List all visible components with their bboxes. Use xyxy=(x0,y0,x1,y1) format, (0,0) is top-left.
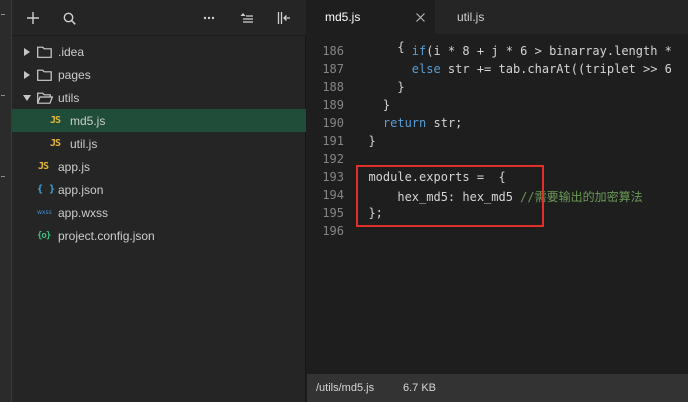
status-file-size: 6.7 KB xyxy=(403,382,437,394)
chevron-right-icon[interactable] xyxy=(22,70,32,80)
folder-icon xyxy=(37,68,52,82)
code-text: } xyxy=(354,134,376,148)
more-icon[interactable] xyxy=(197,6,221,30)
tree-item-label: util.js xyxy=(70,136,98,151)
line-number: 193 xyxy=(322,170,344,184)
tab-md5-js[interactable]: md5.js xyxy=(307,0,435,34)
code-line: 189 } xyxy=(307,98,688,116)
sort-list-icon[interactable] xyxy=(234,6,258,30)
line-number: 188 xyxy=(322,80,344,94)
tree-item-project-config-json[interactable]: {o} project.config.json xyxy=(12,224,306,247)
line-number: 192 xyxy=(322,152,344,166)
tree-item-app-js[interactable]: JS app.js xyxy=(12,155,306,178)
code-text: } xyxy=(354,80,405,94)
explorer-toolbar xyxy=(12,0,306,36)
tree-item-label: app.wxss xyxy=(58,205,109,220)
tree-item-idea-folder[interactable]: .idea xyxy=(12,40,306,63)
folder-icon xyxy=(37,45,52,59)
status-file-path: /utils/md5.js xyxy=(316,382,375,394)
js-file-icon: JS xyxy=(38,161,49,172)
keyword-token: if xyxy=(411,44,427,58)
line-number: 195 xyxy=(322,206,344,220)
gutter-mark xyxy=(1,95,5,96)
line-number: 189 xyxy=(322,98,344,112)
activity-gutter xyxy=(0,0,12,402)
line-number: 190 xyxy=(322,116,344,130)
wxss-file-icon: wxss xyxy=(37,209,52,216)
search-icon[interactable] xyxy=(57,6,81,30)
code-line: 186 if(i * 8 + j * 6 > binarray.length * xyxy=(307,44,688,62)
code-line: { xyxy=(307,34,688,54)
tree-item-label: app.json xyxy=(58,182,104,197)
status-bar: /utils/md5.js 6.7 KB xyxy=(307,374,688,402)
tree-item-util-js[interactable]: JS util.js xyxy=(12,132,306,155)
add-icon[interactable] xyxy=(21,6,45,30)
line-number: 191 xyxy=(322,134,344,148)
code-text: } xyxy=(354,98,391,112)
code-text: if(i * 8 + j * 6 > binarray.length * xyxy=(411,44,680,58)
tree-item-label: .idea xyxy=(58,44,85,59)
line-number: 194 xyxy=(322,188,344,202)
editor-tabs: md5.js util.js xyxy=(307,0,688,34)
tab-label: util.js xyxy=(457,10,485,24)
tree-item-label: utils xyxy=(58,90,80,105)
tree-item-pages-folder[interactable]: pages xyxy=(12,63,306,86)
gutter-mark xyxy=(1,176,5,177)
folder-open-icon xyxy=(37,91,53,105)
config-file-icon: {o} xyxy=(37,230,51,241)
keyword-token: else xyxy=(411,62,441,76)
tree-item-app-wxss[interactable]: wxss app.wxss xyxy=(12,201,306,224)
line-number: 187 xyxy=(322,62,344,76)
code-text: else str += tab.charAt((triplet >> 6 xyxy=(411,62,672,76)
code-line: 191 } xyxy=(307,134,688,152)
chevron-right-icon[interactable] xyxy=(22,47,32,57)
chevron-down-icon[interactable] xyxy=(22,93,32,103)
tree-item-label: app.js xyxy=(58,159,91,174)
code-line: 187 else str += tab.charAt((triplet >> 6 xyxy=(307,62,688,80)
line-number: 186 xyxy=(322,44,344,58)
line-number: 196 xyxy=(322,224,344,238)
tree-item-app-json[interactable]: { } app.json xyxy=(12,178,306,201)
close-icon[interactable] xyxy=(413,10,427,24)
js-file-icon: JS xyxy=(50,138,61,149)
tree-item-utils-folder[interactable]: utils xyxy=(12,86,306,109)
keyword-token: return xyxy=(382,116,427,130)
code-line: 190 return str; xyxy=(307,116,688,134)
file-explorer: .idea pages utils JS md5.js JS util.js J… xyxy=(12,0,306,402)
tree-item-label: md5.js xyxy=(70,113,106,128)
tab-util-js[interactable]: util.js xyxy=(435,0,555,34)
js-file-icon: JS xyxy=(50,115,61,126)
tree-item-label: project.config.json xyxy=(58,228,155,243)
collapse-panel-icon[interactable] xyxy=(272,6,296,30)
json-file-icon: { } xyxy=(37,184,56,195)
tree-item-md5-js[interactable]: JS md5.js xyxy=(12,109,306,132)
annotation-highlight-box xyxy=(356,165,544,227)
gutter-mark xyxy=(1,14,5,15)
tree-item-label: pages xyxy=(58,67,91,82)
tab-label: md5.js xyxy=(325,10,361,24)
code-line: 188 } xyxy=(307,80,688,98)
code-text: return str; xyxy=(382,116,463,130)
